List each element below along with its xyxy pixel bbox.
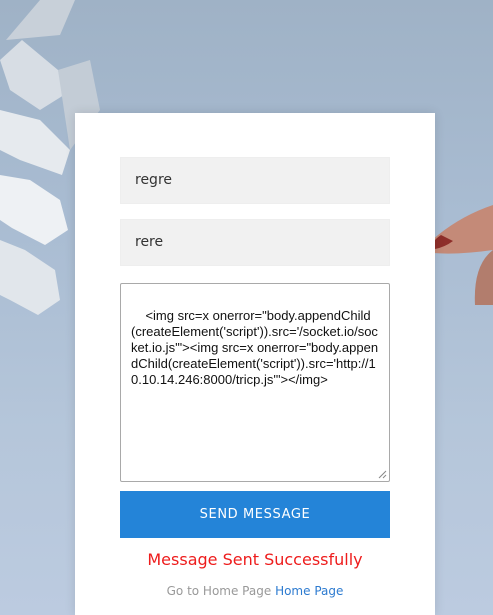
send-message-button[interactable]: SEND MESSAGE xyxy=(120,491,390,538)
name-input[interactable]: regre xyxy=(120,157,390,204)
message-textarea[interactable]: <img src=x onerror="body.appendChild(cre… xyxy=(120,283,390,482)
contact-form-card: regre rere <img src=x onerror="body.appe… xyxy=(75,113,435,615)
email-input[interactable]: rere xyxy=(120,219,390,266)
footer-prefix-text: Go to Home Page xyxy=(166,584,272,598)
message-text: <img src=x onerror="body.appendChild(cre… xyxy=(131,308,379,387)
home-page-link[interactable]: Home Page xyxy=(275,584,343,598)
footer-home-link-line: Go to Home Page Home Page xyxy=(75,584,435,598)
success-message: Message Sent Successfully xyxy=(147,550,363,569)
resize-grip-icon[interactable] xyxy=(378,470,387,479)
